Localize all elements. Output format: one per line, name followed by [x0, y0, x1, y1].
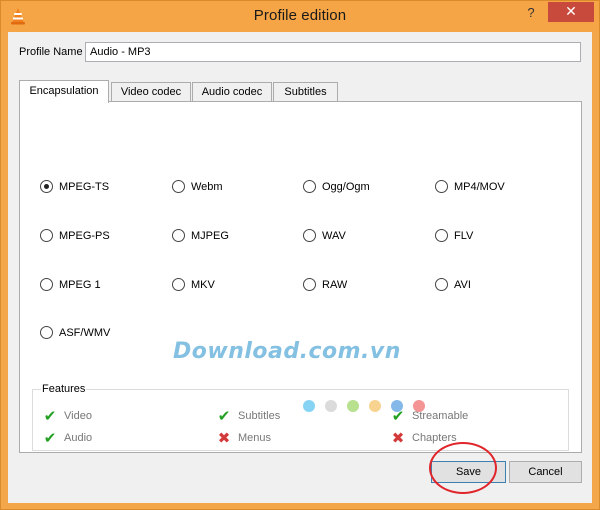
features-title: Features: [41, 383, 87, 395]
radio-label: FLV: [454, 229, 474, 242]
checkmark-icon: ✔: [43, 408, 57, 425]
watermark-dot: [391, 400, 403, 412]
radio-mp4-mov[interactable]: MP4/MOV: [435, 180, 505, 193]
checkmark-icon: ✔: [217, 408, 231, 425]
radio-mpeg-1[interactable]: MPEG 1: [40, 278, 101, 291]
watermark-text: Download.com.vn: [173, 339, 401, 364]
radio-wav[interactable]: WAV: [303, 229, 346, 242]
cross-icon: ✖: [217, 430, 231, 447]
radio-label: MP4/MOV: [454, 180, 505, 193]
radio-asf-wmv[interactable]: ASF/WMV: [40, 326, 110, 339]
profile-edition-window: Profile edition ? ✕ Profile Name Encapsu…: [0, 0, 600, 510]
watermark-dot: [325, 400, 337, 412]
radio-flv[interactable]: FLV: [435, 229, 473, 242]
feature-label: Subtitles: [238, 410, 281, 422]
tab-subtitles[interactable]: Subtitles: [273, 82, 338, 102]
checkmark-icon: ✔: [43, 430, 57, 447]
feature-video: ✔ Video: [41, 407, 92, 425]
feature-label: Menus: [238, 432, 272, 444]
radio-label: WAV: [322, 229, 346, 242]
watermark-dots: [303, 400, 435, 412]
window-title: Profile edition: [253, 7, 347, 24]
radio-mjpeg[interactable]: MJPEG: [172, 229, 229, 242]
radio-button[interactable]: [435, 229, 448, 242]
radio-mpeg-ts[interactable]: MPEG-TS: [40, 180, 109, 193]
radio-ogg-ogm[interactable]: Ogg/Ogm: [303, 180, 370, 193]
radio-label: MKV: [191, 278, 215, 291]
cancel-button[interactable]: Cancel: [509, 461, 582, 483]
close-button[interactable]: ✕: [548, 2, 594, 22]
feature-label: Audio: [64, 432, 93, 444]
radio-label: MPEG 1: [59, 278, 101, 291]
annotation-circle: [429, 442, 497, 494]
radio-button[interactable]: [172, 180, 185, 193]
encapsulation-panel: MPEG-TS Webm Ogg/Ogm MP4/MOV MPEG-PS MJP…: [19, 101, 582, 453]
radio-avi[interactable]: AVI: [435, 278, 471, 291]
radio-button[interactable]: [172, 278, 185, 291]
radio-webm[interactable]: Webm: [172, 180, 223, 193]
radio-button[interactable]: [435, 278, 448, 291]
feature-audio: ✔ Audio: [41, 429, 92, 447]
radio-button[interactable]: [435, 180, 448, 193]
feature-menus: ✖ Menus: [215, 429, 271, 447]
watermark-dot: [413, 400, 425, 412]
feature-label: Video: [64, 410, 92, 422]
feature-subtitles: ✔ Subtitles: [215, 407, 281, 425]
radio-label: MJPEG: [191, 229, 229, 242]
radio-label: ASF/WMV: [59, 326, 111, 339]
radio-label: Webm: [191, 180, 223, 193]
radio-raw[interactable]: RAW: [303, 278, 347, 291]
radio-button[interactable]: [303, 278, 316, 291]
help-button[interactable]: ?: [518, 3, 544, 25]
radio-button-selected[interactable]: [40, 180, 53, 193]
radio-label: MPEG-TS: [59, 180, 110, 193]
profile-name-input[interactable]: [85, 42, 581, 62]
profile-name-label: Profile Name: [19, 46, 83, 58]
radio-button[interactable]: [40, 278, 53, 291]
radio-mkv[interactable]: MKV: [172, 278, 215, 291]
radio-label: RAW: [322, 278, 348, 291]
feature-label: Chapters: [412, 432, 457, 444]
title-bar[interactable]: Profile edition ? ✕: [1, 1, 599, 32]
features-group: Features ✔ Video ✔ Subtitles ✔ Streamabl…: [32, 383, 569, 451]
watermark-dot: [369, 400, 381, 412]
radio-button[interactable]: [172, 229, 185, 242]
radio-label: AVI: [454, 278, 471, 291]
dialog-body: Profile Name Encapsulation Video codec A…: [8, 32, 592, 503]
watermark-dot: [303, 400, 315, 412]
radio-label: MPEG-PS: [59, 229, 110, 242]
radio-button[interactable]: [303, 180, 316, 193]
tab-video-codec[interactable]: Video codec: [111, 82, 191, 102]
cross-icon: ✖: [391, 430, 405, 447]
watermark-dot: [347, 400, 359, 412]
radio-label: Ogg/Ogm: [322, 180, 370, 193]
radio-mpeg-ps[interactable]: MPEG-PS: [40, 229, 110, 242]
tab-encapsulation[interactable]: Encapsulation: [19, 80, 109, 103]
tab-audio-codec[interactable]: Audio codec: [192, 82, 272, 102]
radio-button[interactable]: [40, 326, 53, 339]
radio-button[interactable]: [303, 229, 316, 242]
radio-button[interactable]: [40, 229, 53, 242]
